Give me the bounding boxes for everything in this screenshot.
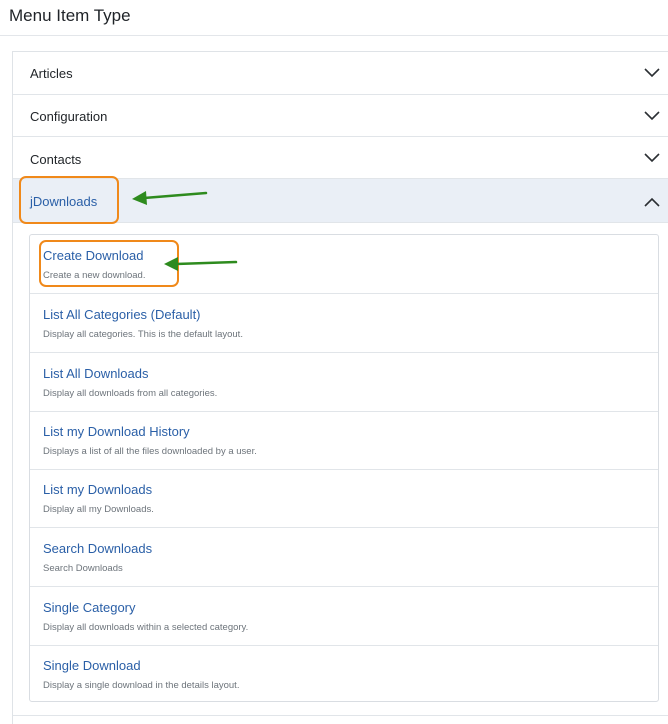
list-item-create-download[interactable]: Create Download Create a new download. bbox=[30, 235, 658, 294]
jdownloads-item-list: Create Download Create a new download. L… bbox=[29, 234, 659, 702]
chevron-down-icon bbox=[644, 153, 660, 163]
item-description: Display a single download in the details… bbox=[43, 680, 240, 691]
list-item-my-downloads[interactable]: List my Downloads Display all my Downloa… bbox=[30, 469, 658, 528]
item-title[interactable]: Search Downloads bbox=[43, 541, 152, 556]
list-item-search-downloads[interactable]: Search Downloads Search Downloads bbox=[30, 528, 658, 587]
item-description: Create a new download. bbox=[43, 270, 146, 281]
item-description: Display all downloads from all categorie… bbox=[43, 388, 218, 399]
accordion-header-configuration[interactable]: Configuration bbox=[13, 95, 668, 137]
accordion-header-label: Contacts bbox=[30, 152, 82, 167]
item-title[interactable]: Single Category bbox=[43, 600, 136, 615]
accordion-header-contacts[interactable]: Contacts bbox=[13, 137, 668, 179]
chevron-up-icon bbox=[644, 197, 660, 207]
item-title[interactable]: Single Download bbox=[43, 658, 141, 673]
list-item-single-category[interactable]: Single Category Display all downloads wi… bbox=[30, 587, 658, 646]
item-title[interactable]: List All Downloads bbox=[43, 366, 149, 381]
accordion-header-articles[interactable]: Articles bbox=[13, 52, 668, 95]
accordion-header-jdownloads[interactable]: jDownloads bbox=[13, 179, 668, 223]
item-description: Display all categories. This is the defa… bbox=[43, 329, 243, 340]
item-title[interactable]: List my Downloads bbox=[43, 482, 152, 497]
accordion-header-label: jDownloads bbox=[30, 194, 98, 209]
item-description: Display all my Downloads. bbox=[43, 504, 154, 515]
item-title[interactable]: List my Download History bbox=[43, 424, 190, 439]
chevron-down-icon bbox=[644, 111, 660, 121]
chevron-down-icon bbox=[644, 68, 660, 78]
divider bbox=[13, 715, 668, 716]
page-title: Menu Item Type bbox=[9, 6, 131, 25]
item-title[interactable]: List All Categories (Default) bbox=[43, 307, 201, 322]
item-description: Display all downloads within a selected … bbox=[43, 622, 249, 633]
page-header: Menu Item Type bbox=[0, 0, 668, 36]
menu-item-type-accordion: Articles Configuration Contacts jDownloa… bbox=[12, 51, 668, 724]
item-description: Search Downloads bbox=[43, 563, 123, 574]
accordion-header-label: Configuration bbox=[30, 109, 108, 124]
list-item-download-history[interactable]: List my Download History Displays a list… bbox=[30, 411, 658, 470]
item-description: Displays a list of all the files downloa… bbox=[43, 446, 257, 457]
accordion-header-label: Articles bbox=[30, 66, 73, 81]
list-item-single-download[interactable]: Single Download Display a single downloa… bbox=[30, 645, 658, 701]
list-item-list-all-categories[interactable]: List All Categories (Default) Display al… bbox=[30, 294, 658, 353]
item-title[interactable]: Create Download bbox=[43, 248, 143, 263]
list-item-list-all-downloads[interactable]: List All Downloads Display all downloads… bbox=[30, 353, 658, 412]
